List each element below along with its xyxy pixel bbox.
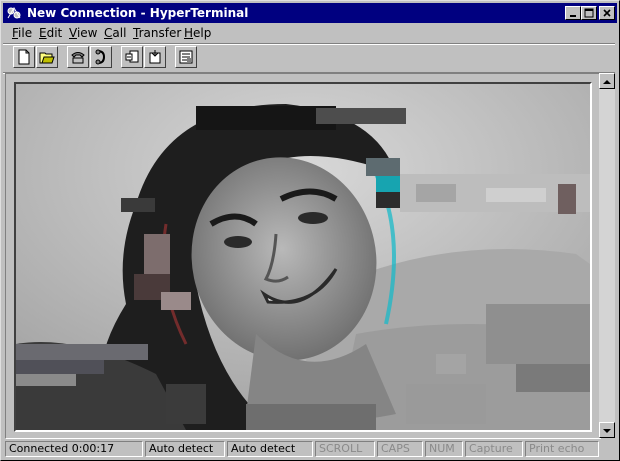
status-print-echo: Print echo — [525, 441, 599, 457]
status-detect-1: Auto detect — [145, 441, 225, 457]
maximize-icon — [584, 8, 594, 18]
menu-bar: File Edit View Call Transfer Help — [3, 24, 617, 42]
hyperterminal-app-icon — [7, 7, 21, 19]
terminal-client-area — [5, 73, 601, 439]
status-scroll: SCROLL — [315, 441, 375, 457]
minimize-button[interactable] — [565, 6, 581, 20]
open-icon — [39, 52, 55, 64]
minimize-icon — [570, 15, 576, 17]
scroll-down-button[interactable] — [599, 422, 615, 438]
receive-button[interactable] — [144, 46, 166, 68]
properties-icon — [179, 50, 193, 64]
properties-button[interactable] — [175, 46, 197, 68]
scroll-down-arrow-icon — [603, 429, 611, 433]
vertical-scrollbar[interactable] — [599, 73, 615, 438]
status-detect-2: Auto detect — [227, 441, 313, 457]
connect-icon — [71, 52, 85, 64]
scroll-up-button[interactable] — [599, 73, 615, 89]
menu-transfer[interactable]: Transfer — [133, 25, 181, 41]
maximize-button[interactable] — [581, 6, 597, 20]
close-button[interactable] — [599, 6, 615, 20]
toolbar — [3, 44, 617, 72]
window-title: New Connection - HyperTerminal — [27, 6, 249, 20]
menu-view[interactable]: View — [69, 25, 97, 41]
connect-button[interactable] — [67, 46, 89, 68]
glitched-photo — [16, 84, 590, 430]
status-capture: Capture — [465, 441, 523, 457]
receive-icon — [149, 50, 161, 64]
status-bar: Connected 0:00:17 Auto detect Auto detec… — [3, 439, 617, 459]
menu-help[interactable]: Help — [184, 25, 211, 41]
new-icon — [18, 49, 30, 65]
status-caps: CAPS — [377, 441, 423, 457]
status-num: NUM — [425, 441, 463, 457]
new-connection-button[interactable] — [13, 46, 35, 68]
menu-file[interactable]: File — [12, 25, 32, 41]
disconnect-button[interactable] — [90, 46, 112, 68]
scroll-up-arrow-icon — [603, 80, 611, 84]
terminal-screen[interactable] — [14, 82, 592, 432]
menu-edit[interactable]: Edit — [39, 25, 62, 41]
send-button[interactable] — [121, 46, 143, 68]
title-bar[interactable]: New Connection - HyperTerminal — [3, 3, 617, 23]
disconnect-icon — [95, 49, 106, 65]
close-icon — [603, 9, 611, 17]
open-button[interactable] — [36, 46, 58, 68]
send-icon — [125, 50, 139, 63]
menu-call[interactable]: Call — [104, 25, 126, 41]
status-connected: Connected 0:00:17 — [5, 441, 143, 457]
hyperterminal-window: New Connection - HyperTerminal File Edit… — [0, 0, 620, 461]
